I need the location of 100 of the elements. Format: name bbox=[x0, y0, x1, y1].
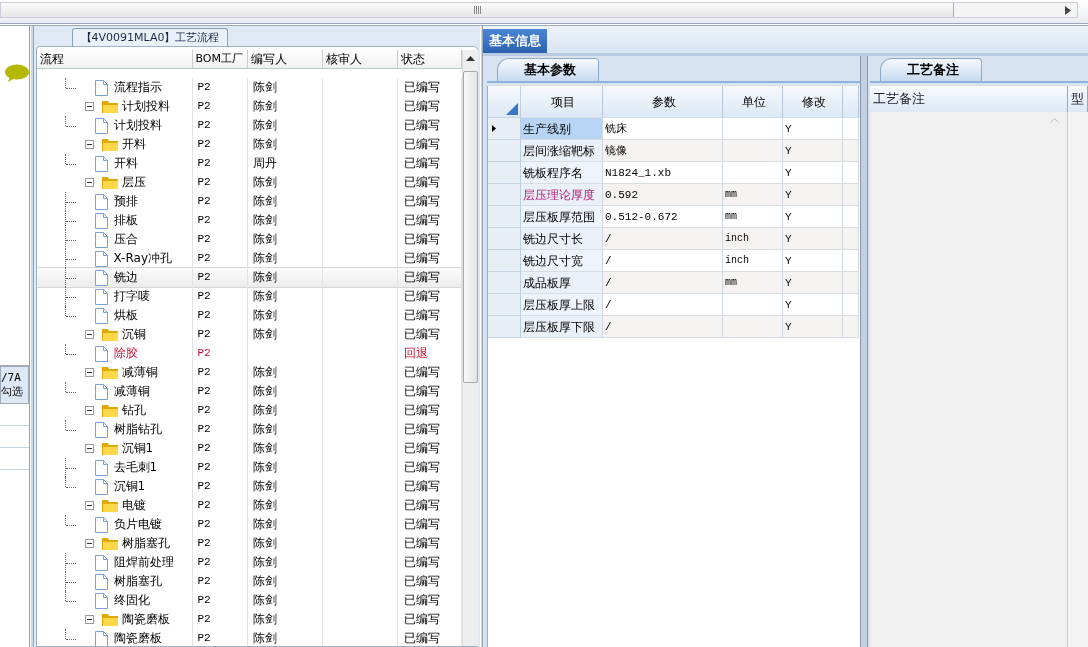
tree-item[interactable]: 打字唛 bbox=[113, 287, 150, 306]
table-cell: P2 bbox=[192, 211, 248, 230]
table-cell: 已编写 bbox=[397, 116, 462, 135]
tree-item[interactable]: 负片电镀 bbox=[113, 515, 162, 534]
speech-bubble-icon[interactable] bbox=[5, 64, 29, 82]
tab[interactable]: 工艺备注 bbox=[880, 58, 982, 81]
tree-item[interactable]: 树脂塞孔 bbox=[113, 572, 162, 591]
table-cell: Y bbox=[783, 272, 843, 294]
tree-item[interactable]: 钻孔 bbox=[121, 401, 146, 420]
tree-item[interactable]: 电镀 bbox=[121, 496, 146, 515]
table-cell: 已编写 bbox=[397, 287, 462, 306]
collapse-toggle-icon[interactable] bbox=[84, 330, 94, 339]
table-cell: 已编写 bbox=[397, 610, 462, 629]
document-icon bbox=[94, 345, 108, 362]
tree-item[interactable]: 烘板 bbox=[113, 306, 138, 325]
table-cell: Y bbox=[783, 316, 843, 338]
tree-item[interactable]: 层压 bbox=[121, 173, 146, 192]
table-cell: 已编写 bbox=[397, 515, 462, 534]
tree-item[interactable]: 沉铜 bbox=[121, 325, 146, 344]
folder-icon bbox=[101, 613, 118, 626]
collapse-toggle-icon[interactable] bbox=[84, 178, 94, 187]
scroll-thumb[interactable] bbox=[462, 71, 478, 383]
column-header[interactable]: 单位 bbox=[723, 86, 783, 118]
table-cell: P2 bbox=[192, 515, 248, 534]
table-cell: P2 bbox=[192, 477, 248, 496]
table-cell: mm bbox=[723, 272, 783, 294]
collapse-toggle-icon[interactable] bbox=[84, 406, 94, 415]
tree-item[interactable]: 开料 bbox=[121, 135, 146, 154]
table-cell: 已编写 bbox=[397, 230, 462, 249]
tree-item[interactable]: 陶瓷磨板 bbox=[113, 629, 162, 646]
column-header[interactable]: BOM工厂 bbox=[192, 50, 248, 68]
document-icon bbox=[94, 231, 108, 248]
grip-icon[interactable] bbox=[473, 6, 481, 14]
table-cell: 已编写 bbox=[397, 534, 462, 553]
table-cell: 已编写 bbox=[397, 306, 462, 325]
tree-item[interactable]: 减薄铜 bbox=[113, 382, 150, 401]
side-tab[interactable]: /7A 勾选 bbox=[0, 366, 29, 404]
table-cell: P2 bbox=[192, 97, 248, 116]
column-header[interactable]: 编写人 bbox=[247, 50, 323, 68]
tree-item[interactable]: 陶瓷磨板 bbox=[121, 610, 170, 629]
collapse-toggle-icon[interactable] bbox=[84, 501, 94, 510]
tree-item[interactable]: 排板 bbox=[113, 211, 138, 230]
tree-item[interactable]: 树脂钻孔 bbox=[113, 420, 162, 439]
document-icon bbox=[94, 269, 108, 286]
table-cell: P2 bbox=[192, 553, 248, 572]
collapse-toggle-icon[interactable] bbox=[84, 140, 94, 149]
collapse-toggle-icon[interactable] bbox=[84, 444, 94, 453]
tree-item[interactable]: 开料 bbox=[113, 154, 138, 173]
tab-label: 勾选 bbox=[1, 384, 24, 399]
folder-icon bbox=[101, 442, 118, 455]
splitter-handle[interactable] bbox=[860, 56, 868, 647]
tab[interactable]: 基本信息 bbox=[483, 29, 547, 53]
table-cell: 层压板厚上限 bbox=[521, 294, 603, 316]
column-header[interactable]: 状态 bbox=[397, 50, 462, 68]
table-cell: 陈剑 bbox=[247, 477, 323, 496]
document-icon bbox=[94, 592, 108, 609]
tree-item[interactable]: 阻焊前处理 bbox=[113, 553, 174, 572]
table-cell: 陈剑 bbox=[247, 534, 323, 553]
tree-item[interactable]: 压合 bbox=[113, 230, 138, 249]
tree-item[interactable]: 计划投料 bbox=[113, 116, 162, 135]
tree-item[interactable]: 预排 bbox=[113, 192, 138, 211]
tree-item[interactable]: 树脂塞孔 bbox=[121, 534, 170, 553]
tree-item[interactable]: 除胶 bbox=[113, 344, 138, 363]
tree-item[interactable]: 去毛刺1 bbox=[113, 458, 158, 477]
table-cell: 陈剑 bbox=[247, 287, 323, 306]
column-header[interactable]: 修改 bbox=[783, 86, 843, 118]
tree-item[interactable]: 计划投料 bbox=[121, 97, 170, 116]
column-header[interactable]: 参数 bbox=[603, 86, 723, 118]
table-cell: 0.592 bbox=[603, 184, 723, 206]
table-cell: P2 bbox=[192, 363, 248, 382]
collapse-toggle-icon[interactable] bbox=[84, 368, 94, 377]
table-cell: 生产线别 bbox=[521, 118, 603, 140]
scroll-right-icon[interactable] bbox=[1065, 5, 1071, 15]
collapse-toggle-icon[interactable] bbox=[84, 615, 94, 624]
table-cell: 陈剑 bbox=[247, 420, 323, 439]
tree-item[interactable]: 沉铜1 bbox=[121, 439, 154, 458]
corner-triangle-icon bbox=[506, 103, 518, 115]
tree-item[interactable]: 减薄铜 bbox=[121, 363, 158, 382]
column-header[interactable]: 流程 bbox=[36, 50, 193, 68]
table-cell: 陈剑 bbox=[247, 268, 323, 287]
tree-item[interactable]: X-Ray冲孔 bbox=[113, 249, 172, 268]
tree-item[interactable]: 铣边 bbox=[113, 268, 138, 287]
tree-item[interactable]: 流程指示 bbox=[113, 78, 162, 97]
horizontal-scrollbar[interactable] bbox=[0, 2, 1078, 18]
collapse-toggle-icon[interactable] bbox=[84, 102, 94, 111]
column-header bbox=[843, 86, 859, 118]
tree-item[interactable]: 沉铜1 bbox=[113, 477, 146, 496]
tab[interactable]: 基本参数 bbox=[497, 58, 599, 81]
row-header[interactable] bbox=[488, 118, 521, 140]
table-cell: 已编写 bbox=[397, 192, 462, 211]
tree-item[interactable]: 终固化 bbox=[113, 591, 150, 610]
table-cell: P2 bbox=[192, 458, 248, 477]
column-header[interactable]: 核审人 bbox=[322, 50, 398, 68]
collapse-toggle-icon[interactable] bbox=[84, 539, 94, 548]
table-cell: P2 bbox=[192, 591, 248, 610]
table-cell: P2 bbox=[192, 534, 248, 553]
table-cell: 已编写 bbox=[397, 591, 462, 610]
table-cell: 陈剑 bbox=[247, 572, 323, 591]
scroll-up-icon[interactable] bbox=[465, 56, 475, 61]
splitter-handle[interactable] bbox=[30, 26, 34, 647]
